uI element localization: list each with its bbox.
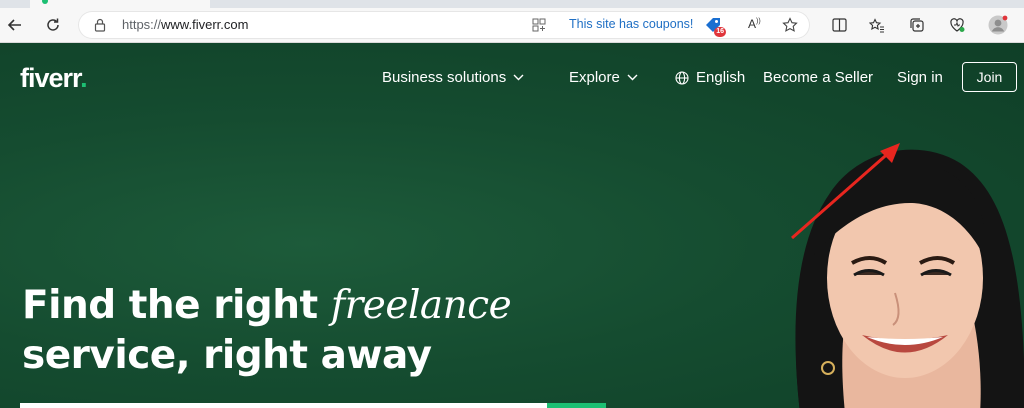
globe-icon: [675, 70, 689, 85]
search-input[interactable]: [20, 403, 547, 408]
favorite-star-icon[interactable]: [782, 17, 798, 38]
headline-plain-text: Find the right: [22, 283, 331, 328]
url-text[interactable]: https://www.fiverr.com: [122, 17, 248, 32]
nav-sign-in[interactable]: Sign in: [897, 69, 943, 86]
headline-line-2: service, right away: [22, 333, 432, 378]
nav-business-label: Business solutions: [382, 69, 507, 86]
tab-favicon-icon: [42, 0, 48, 4]
split-screen-icon[interactable]: [828, 8, 850, 42]
nav-language[interactable]: English: [675, 69, 745, 86]
fiverr-hero: fiverr. Business solutions Explore Engli…: [0, 43, 1024, 408]
logo-dot: .: [80, 63, 87, 93]
active-tab[interactable]: [30, 0, 210, 8]
logo-text: fiverr: [20, 63, 81, 93]
read-aloud-icon[interactable]: A)): [748, 17, 761, 31]
read-aloud-letter: A: [748, 17, 757, 31]
tab-strip: [0, 0, 1024, 8]
reload-icon[interactable]: [40, 8, 66, 42]
join-button[interactable]: Join: [962, 62, 1017, 92]
browser-essentials-icon[interactable]: [946, 8, 968, 42]
app-grid-icon[interactable]: [532, 18, 546, 37]
hero-person-image: [795, 149, 1024, 408]
headline-line-1: Find the right freelance: [22, 281, 512, 331]
address-bar[interactable]: https://www.fiverr.com This site has cou…: [78, 11, 810, 39]
coupon-tag-icon[interactable]: 16: [704, 16, 726, 37]
collections-icon[interactable]: [906, 8, 928, 42]
lock-icon[interactable]: [94, 18, 106, 37]
nav-become-seller[interactable]: Become a Seller: [763, 69, 873, 86]
chevron-down-icon: [513, 74, 524, 81]
profile-avatar-icon[interactable]: [986, 8, 1010, 42]
browser-toolbar: https://www.fiverr.com This site has cou…: [0, 8, 1024, 43]
nav-business-solutions[interactable]: Business solutions: [382, 69, 524, 86]
coupon-count-badge: 16: [714, 27, 726, 37]
nav-language-label: English: [696, 69, 746, 86]
nav-explore-label: Explore: [569, 69, 620, 86]
hero-headline: Find the right freelance service, right …: [22, 281, 512, 381]
fiverr-logo[interactable]: fiverr.: [20, 63, 88, 94]
back-arrow-icon[interactable]: [2, 8, 28, 42]
coupons-text[interactable]: This site has coupons!: [569, 17, 693, 31]
chevron-down-icon: [627, 74, 638, 81]
favorites-icon[interactable]: [866, 8, 888, 42]
search-button[interactable]: [547, 403, 606, 408]
nav-explore[interactable]: Explore: [569, 69, 638, 86]
headline-italic-text: freelance: [330, 283, 512, 328]
